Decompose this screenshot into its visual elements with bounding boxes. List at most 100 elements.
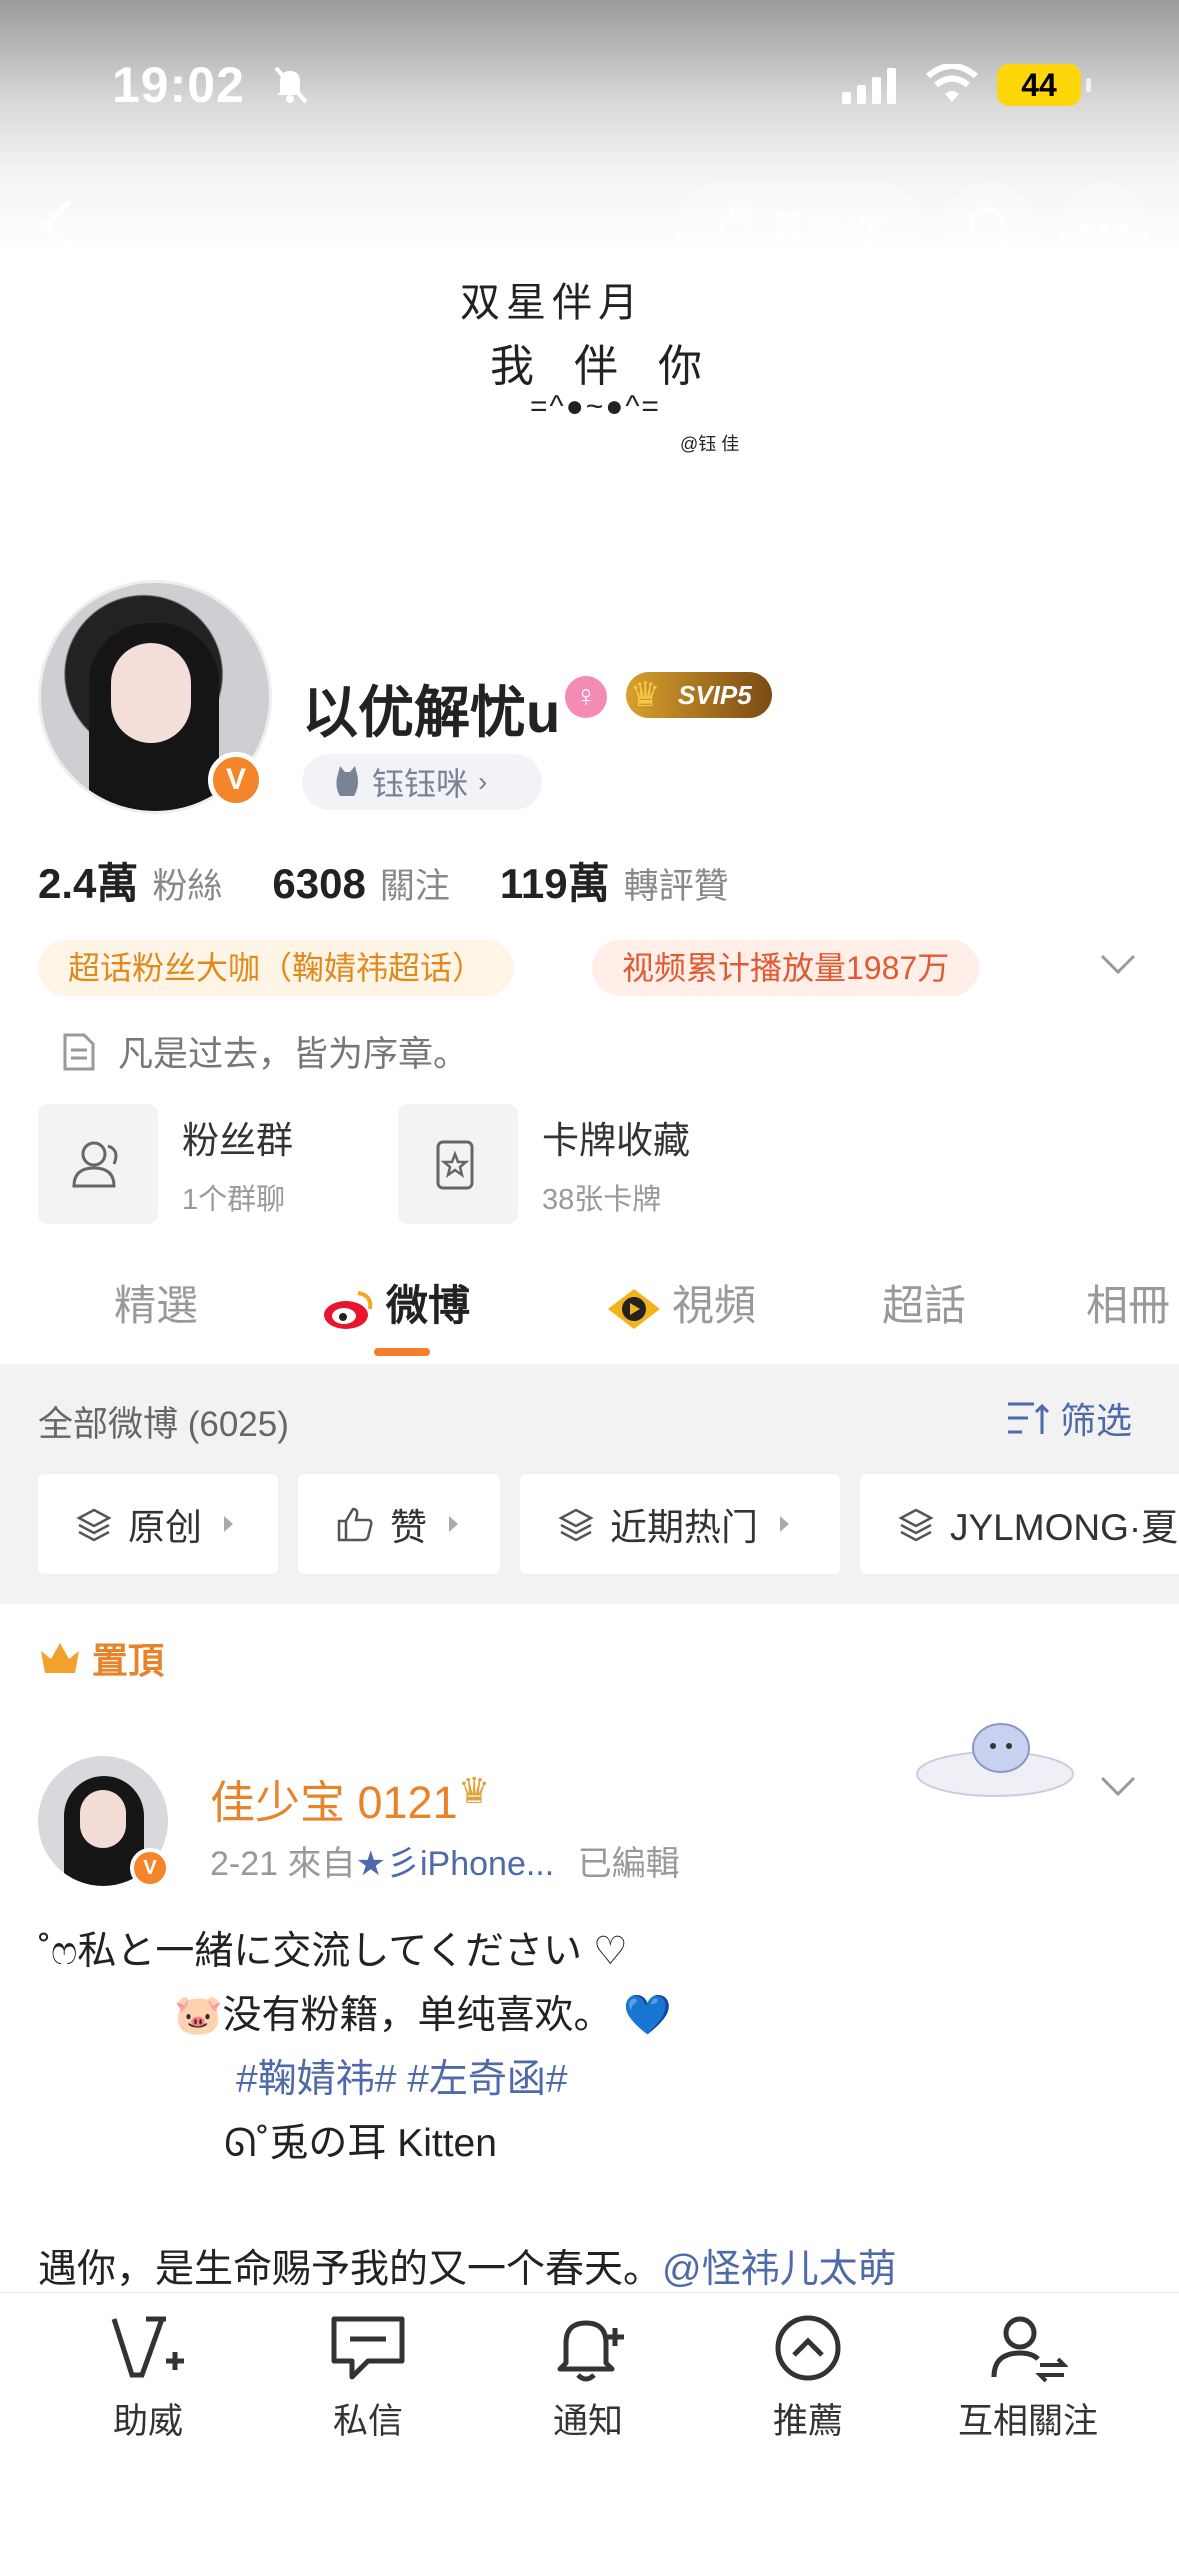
mutual-follow-label: 互相關注 [957, 2402, 1098, 2441]
message-button[interactable]: 私信 [278, 2313, 458, 2444]
post-source-prefix: 來自 [287, 1845, 356, 1883]
filter-button[interactable]: 筛选 [1006, 1392, 1132, 1444]
cheer-button[interactable]: 助威 [58, 2313, 238, 2444]
filter-jylmong[interactable]: JYLMONG·夏 [860, 1474, 1179, 1574]
filter-jylmong-label: JYLMONG·夏 [950, 1507, 1179, 1548]
filter-like-label: 赞 [390, 1507, 427, 1548]
profile-tag-chip[interactable]: 钰钰咪 › [302, 754, 542, 810]
v-plus-icon [111, 2316, 184, 2378]
filter-original[interactable]: 原创 [38, 1474, 278, 1574]
pinned-label: 置頂 [38, 1632, 164, 1684]
post-topics[interactable]: #鞠婧祎# #左奇函# [236, 2048, 568, 2104]
post-meta: 2-21 來自★彡iPhone... 已編輯 [210, 1836, 680, 1885]
post-menu-chevron-icon[interactable] [1098, 1774, 1138, 1798]
banner-artwork: 双星伴月 我伴你 =^●~●^= @钰 佳 [440, 270, 780, 460]
status-time: 19:02 [112, 57, 245, 113]
filter-like[interactable]: 赞 [298, 1474, 500, 1574]
back-icon[interactable] [30, 195, 90, 255]
cat-paw-icon [719, 204, 753, 248]
member-crown-icon: ♛ [458, 1770, 491, 1811]
post-text-line5-body: 遇你，是生命赐予我的又一个春天。 [38, 2248, 663, 2291]
status-bar: 19:02 44 [0, 0, 1179, 170]
layers-icon [558, 1508, 594, 1542]
caret-right-icon [449, 1516, 458, 1532]
filter-original-label: 原创 [128, 1507, 202, 1548]
more-icon [1080, 222, 1128, 232]
superfan-chip[interactable]: 超话粉丝大咖（鞠婧祎超话） [38, 940, 515, 996]
following-label[interactable]: 關注 [380, 858, 450, 909]
post-author-name[interactable]: 佳少宝 0121 [210, 1766, 458, 1831]
layers-icon [898, 1508, 934, 1542]
card-collection-card[interactable]: 卡牌收藏 38张卡牌 [398, 1104, 690, 1224]
thumbs-up-icon [337, 1507, 373, 1542]
filter-recent-hot-label: 近期热门 [610, 1507, 758, 1548]
card-icon [398, 1104, 518, 1224]
followers-count[interactable]: 2.4萬 [38, 850, 138, 911]
message-label: 私信 [332, 2402, 403, 2441]
like-you-button[interactable]: 喜欢你 [675, 182, 921, 272]
notify-label: 通知 [552, 2402, 623, 2441]
tab-album[interactable]: 相冊 [1086, 1272, 1170, 1333]
notify-button[interactable]: 通知 [498, 2313, 678, 2444]
recommend-button[interactable]: 推薦 [718, 2313, 898, 2444]
post-text-line2: 🐷没有粉籍，单纯喜欢。 💙 [174, 1994, 672, 2037]
document-icon [63, 1033, 95, 1070]
chevron-down-icon[interactable] [1098, 952, 1138, 976]
like-you-label: 喜欢你 [768, 210, 883, 253]
feed-filter-area: 全部微博 (6025) 筛选 原创 赞 近期热门 JYLMONG·夏 [0, 1364, 1179, 1604]
crown-icon: ♛ [630, 676, 661, 714]
profile-stats: 2.4萬 粉絲 6308 關注 119萬 轉評贊 [38, 850, 779, 911]
post-source[interactable]: ★彡iPhone... [356, 1845, 555, 1883]
banner-line2: 我伴你 [490, 341, 742, 392]
all-posts-count: 全部微博 (6025) [38, 1405, 289, 1444]
video-plays-chip[interactable]: 视频累计播放量1987万 [592, 940, 980, 996]
profile-name: 以优解忧u [302, 681, 561, 744]
cheer-label: 助威 [112, 2402, 183, 2441]
post-date: 2-21 [210, 1845, 279, 1883]
card-collection-subtitle: 38张卡牌 [542, 1184, 662, 1216]
user-swap-icon [991, 2316, 1068, 2383]
post-text-line5: 遇你，是生命赐予我的又一个春天。@怪祎儿太萌 [38, 2238, 897, 2294]
weibo-icon [322, 1287, 376, 1331]
svip-label: SVIP5 [678, 680, 752, 710]
tab-video[interactable]: 視頻 [606, 1272, 756, 1333]
tab-supertopic[interactable]: 超話 [882, 1272, 966, 1333]
group-icon [38, 1104, 158, 1224]
filter-recent-hot[interactable]: 近期热门 [520, 1474, 840, 1574]
profile-tabs: 精選 微博 視頻 超話 相冊 [0, 1260, 1179, 1370]
following-count[interactable]: 6308 [272, 860, 365, 908]
recommend-label: 推薦 [772, 2402, 843, 2441]
chevron-right-icon: › [478, 766, 488, 797]
banner-line3: =^●~●^= [530, 390, 661, 423]
banner-line1: 双星伴月 [460, 280, 644, 326]
profile-bio: 凡是过去，皆为序章。 [62, 1026, 468, 1077]
more-button[interactable] [1059, 182, 1149, 272]
interactions-label: 轉評贊 [623, 867, 729, 906]
fan-group-subtitle: 1个群聊 [182, 1184, 286, 1216]
cloud-sticker-icon [916, 1723, 1074, 1797]
followers-label[interactable]: 粉絲 [152, 858, 222, 909]
caret-right-icon [780, 1516, 789, 1532]
bell-plus-icon [557, 2320, 624, 2382]
signal-icon [842, 68, 896, 104]
pinned-text: 置頂 [92, 1640, 165, 1681]
tab-featured[interactable]: 精選 [114, 1272, 198, 1333]
mutual-follow-button[interactable]: 互相關注 [938, 2313, 1118, 2444]
fan-group-card[interactable]: 粉丝群 1个群聊 [38, 1104, 293, 1224]
bio-text: 凡是过去，皆为序章。 [118, 1035, 469, 1074]
up-circle-icon [775, 2315, 841, 2381]
chat-icon [331, 2316, 405, 2380]
tab-weibo[interactable]: 微博 [322, 1272, 470, 1333]
wifi-icon [926, 64, 978, 102]
tab-video-label: 視頻 [672, 1282, 757, 1329]
post-mention[interactable]: @怪祎儿太萌 [662, 2248, 897, 2291]
filter-icon [1008, 1402, 1050, 1434]
verified-badge: V [208, 752, 264, 808]
search-button[interactable] [944, 182, 1034, 272]
female-icon: ♀ [565, 676, 607, 718]
post-edited[interactable]: 已編輯 [578, 1845, 680, 1883]
card-collection-title: 卡牌收藏 [542, 1120, 690, 1161]
svip-badge[interactable]: ♛ SVIP5 [626, 672, 772, 718]
video-icon [606, 1287, 662, 1331]
bottom-action-bar: 助威 私信 通知 推薦 互相關注 [0, 2292, 1179, 2556]
